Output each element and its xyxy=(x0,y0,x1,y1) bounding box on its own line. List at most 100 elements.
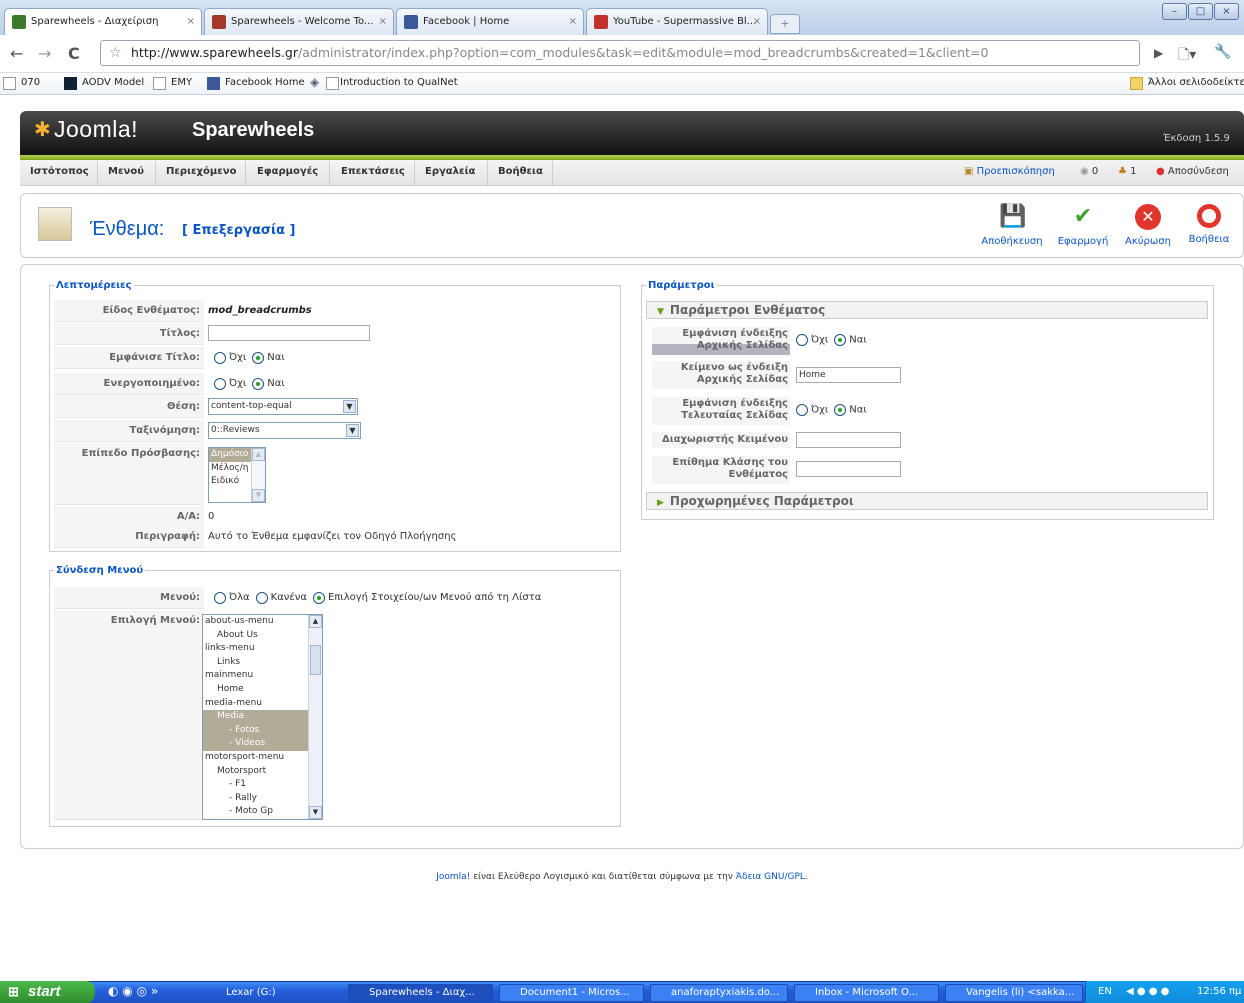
close-tab-icon[interactable]: × xyxy=(569,9,577,34)
wrench-icon[interactable]: 🔧 xyxy=(1214,44,1231,60)
taskbar-item-lexar[interactable]: Lexar (G:) xyxy=(205,984,333,1002)
help-button[interactable]: Βοήθεια xyxy=(1175,204,1243,245)
menus-select-radio[interactable] xyxy=(312,592,325,604)
menu-list-item[interactable]: - Moto Gp xyxy=(203,805,322,819)
menu-list-item[interactable]: mainmenu xyxy=(203,669,322,683)
star-icon[interactable]: ☆ xyxy=(109,41,122,65)
menu-list-item[interactable]: Media xyxy=(203,710,322,724)
browser-tab-3[interactable]: Facebook | Home × xyxy=(396,8,584,35)
menu-items-scrollbar[interactable]: ▲ ▼ xyxy=(308,615,322,819)
logout-link[interactable]: ● Αποσύνδεση xyxy=(1156,166,1229,177)
separator-input[interactable] xyxy=(796,432,901,448)
menu-list-item[interactable]: - Videos xyxy=(203,737,322,751)
browser-tab-1[interactable]: Sparewheels - Διαχείριση × xyxy=(4,8,202,36)
joomla-link[interactable]: Joomla! xyxy=(436,872,470,882)
close-tab-icon[interactable]: × xyxy=(379,9,387,34)
show-title-no-radio[interactable] xyxy=(214,352,226,364)
taskbar-item-document1[interactable]: Document1 - Micros... xyxy=(499,984,644,1002)
apply-button[interactable]: ✔ Εφαρμογή xyxy=(1049,204,1117,247)
menu-content[interactable]: Περιεχόμενο xyxy=(166,166,236,177)
back-icon[interactable]: ← xyxy=(10,44,23,63)
access-listbox[interactable]: Δημόσιο Μέλος/η Ειδικό ▲ ▼ xyxy=(208,447,266,503)
menu-items-listbox[interactable]: about-us-menu About Us links-menu Links main… xyxy=(202,614,323,820)
gpl-license-link[interactable]: Άδεια GNU/GPL xyxy=(736,872,805,882)
order-select[interactable]: 0::Reviews ▼ xyxy=(208,421,361,439)
show-home-no-radio[interactable] xyxy=(796,334,808,346)
suffix-input[interactable] xyxy=(796,461,901,477)
show-title-yes-radio[interactable] xyxy=(252,352,265,364)
close-window-button[interactable]: × xyxy=(1214,3,1239,20)
forward-icon[interactable]: → xyxy=(38,44,51,63)
menu-list-item[interactable]: about-us-menu xyxy=(203,615,322,629)
version-label: Έκδοση 1.5.9 xyxy=(1163,133,1230,144)
maximize-button[interactable]: □ xyxy=(1188,3,1213,20)
home-text-input[interactable]: Home xyxy=(796,367,901,383)
language-indicator[interactable]: EN xyxy=(1098,981,1112,1003)
bookmark-070[interactable]: 070 xyxy=(3,77,40,90)
cancel-button[interactable]: ✕ Ακύρωση xyxy=(1114,204,1182,247)
menu-extensions[interactable]: Επεκτάσεις xyxy=(341,166,405,177)
menu-components[interactable]: Εφαρμογές xyxy=(257,166,318,177)
taskbar-item-vangelis[interactable]: Vangelis (li) <sakka... xyxy=(945,984,1083,1002)
page-menu-icon[interactable]: ▶ xyxy=(1154,46,1163,60)
menus-all-radio[interactable] xyxy=(214,592,226,604)
show-home-yes-radio[interactable] xyxy=(834,334,847,346)
save-button[interactable]: 💾 Αποθήκευση xyxy=(978,204,1046,247)
menu-list-item[interactable]: - Rally xyxy=(203,792,322,806)
other-bookmarks[interactable]: Άλλοι σελιδοδείκτε xyxy=(1130,77,1244,90)
users-counter[interactable]: ♣ 1 xyxy=(1118,166,1137,177)
messages-counter[interactable]: ◉ 0 xyxy=(1080,166,1098,177)
enabled-yes-radio[interactable] xyxy=(252,378,265,390)
scroll-down-icon[interactable]: ▼ xyxy=(309,806,322,819)
menu-list-item[interactable]: Motorsport xyxy=(203,765,322,779)
menu-help[interactable]: Βοήθεια xyxy=(498,166,543,177)
menus-none-radio[interactable] xyxy=(255,592,268,604)
menu-list-item[interactable]: Home xyxy=(203,683,322,697)
bookmark-emy[interactable]: EMY xyxy=(153,77,192,90)
menu-tools[interactable]: Εργαλεία xyxy=(425,166,475,177)
position-select[interactable]: content-top-equal ▼ xyxy=(208,397,358,415)
page-icon[interactable]: 🗋▾ xyxy=(1178,44,1196,68)
menu-list-item[interactable]: About Us xyxy=(203,629,322,643)
scroll-up-icon[interactable]: ▲ xyxy=(252,448,265,461)
menu-list-item[interactable]: Links xyxy=(203,656,322,670)
title-input[interactable] xyxy=(208,325,370,341)
bookmark-aodv[interactable]: AODV Model xyxy=(64,77,144,90)
show-last-no-radio[interactable] xyxy=(796,404,808,416)
show-last-yes-radio[interactable] xyxy=(834,404,847,416)
taskbar-item-inbox[interactable]: Inbox - Microsoft O... xyxy=(794,984,939,1002)
quick-launch-icons[interactable]: ◐ ◉ ◎ » xyxy=(108,984,158,998)
module-params-header[interactable]: ▼ Παράμετροι Ενθέματος xyxy=(646,301,1208,319)
new-tab-button[interactable]: + xyxy=(770,14,800,34)
menu-menus[interactable]: Μενού xyxy=(108,166,144,177)
scroll-thumb[interactable] xyxy=(310,645,321,675)
menu-list-item[interactable]: links-menu xyxy=(203,642,322,656)
menu-list-item[interactable]: - F1 xyxy=(203,778,322,792)
bookmark-facebook[interactable]: Facebook Home xyxy=(207,77,305,90)
access-scrollbar[interactable]: ▲ ▼ xyxy=(251,448,265,502)
menu-site[interactable]: Ιστότοπος xyxy=(30,166,89,177)
browser-tab-2[interactable]: Sparewheels - Welcome To... × xyxy=(204,8,394,35)
description-value: Αυτό το Ένθεμα εμφανίζει τον Οδηγό Πλοήγ… xyxy=(208,531,457,542)
browser-tab-4[interactable]: YouTube - Supermassive Bl... × xyxy=(586,8,768,35)
enabled-no-radio[interactable] xyxy=(214,378,226,390)
start-button[interactable]: ⊞ start xyxy=(0,981,95,1003)
minimize-button[interactable]: – xyxy=(1162,3,1187,20)
scroll-down-icon[interactable]: ▼ xyxy=(252,489,265,502)
preview-link[interactable]: ▣ Προεπισκόπηση xyxy=(964,166,1055,177)
reload-icon[interactable]: C xyxy=(68,44,80,63)
close-tab-icon[interactable]: × xyxy=(187,9,195,34)
advanced-params-header[interactable]: ▶ Προχωρημένες Παράμετροι xyxy=(646,492,1208,510)
address-bar[interactable]: ☆ http://www.sparewheels.gr/administrator… xyxy=(100,40,1140,66)
scroll-up-icon[interactable]: ▲ xyxy=(309,615,322,628)
n-logo-icon xyxy=(64,77,77,90)
taskbar-item-anafora[interactable]: anaforaptyxiakis.do... xyxy=(650,984,788,1002)
type-value: mod_breadcrumbs xyxy=(208,305,312,316)
tray-icons[interactable]: ◀ ● ● ● xyxy=(1126,981,1169,1003)
taskbar-item-sparewheels[interactable]: Sparewheels - Διαχ... xyxy=(348,984,493,1002)
bookmark-qualnet[interactable]: ◈ Introduction to QualNet xyxy=(310,75,458,90)
menu-list-item[interactable]: media-menu xyxy=(203,697,322,711)
close-tab-icon[interactable]: × xyxy=(753,9,761,34)
menu-list-item[interactable]: motorsport-menu xyxy=(203,751,322,765)
menu-list-item[interactable]: - Fotos xyxy=(203,723,322,738)
